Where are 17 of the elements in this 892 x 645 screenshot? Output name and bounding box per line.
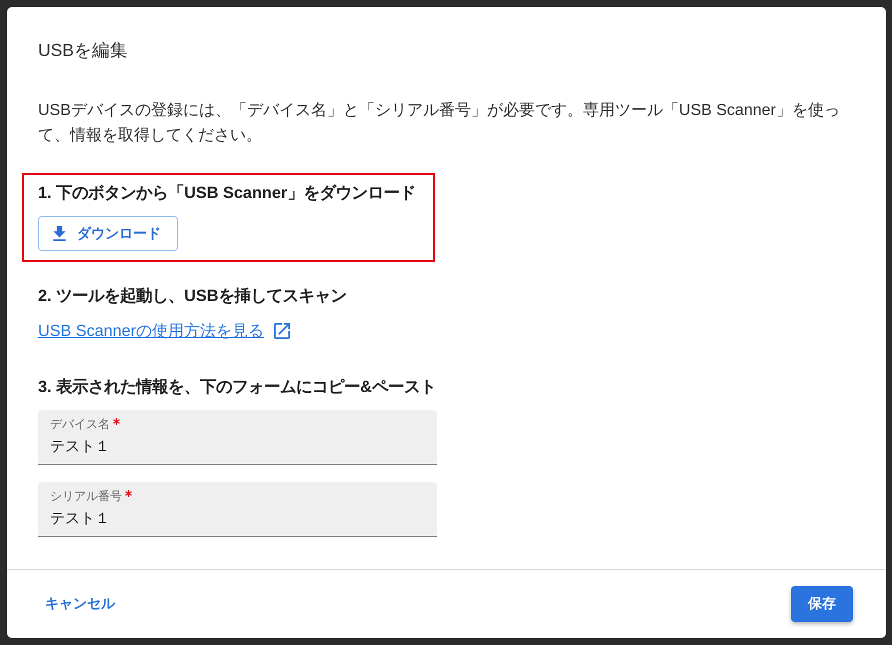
usage-guide-link[interactable]: USB Scannerの使用方法を見る (38, 320, 290, 342)
text-field[interactable]: シリアル番号 テスト１ (38, 482, 437, 537)
field-value: テスト１ (50, 509, 110, 529)
field-value: テスト１ (50, 437, 110, 457)
download-icon (53, 226, 66, 241)
text-field[interactable]: デバイス名 テスト１ (38, 410, 437, 465)
field-label: シリアル番号 (50, 488, 122, 504)
download-button[interactable]: ダウンロード (38, 216, 178, 251)
cancel-button[interactable]: キャンセル (37, 587, 123, 621)
dialog-title: USBを編集 (38, 39, 128, 62)
step-heading: 1. 下のボタンから「USB Scanner」をダウンロード (38, 183, 416, 204)
step-heading: 3. 表示された情報を、下のフォームにコピー&ペースト (38, 377, 436, 398)
field-label: デバイス名 (50, 416, 110, 432)
step-heading: 2. ツールを起動し、USBを挿してスキャン (38, 286, 346, 307)
save-button[interactable]: 保存 (791, 586, 853, 622)
description-text: USBデバイスの登録には、「デバイス名」と「シリアル番号」が必要です。専用ツール「USB Scanner」を使って、情報を取得してください。 (38, 100, 841, 146)
external-link-icon (274, 323, 290, 339)
